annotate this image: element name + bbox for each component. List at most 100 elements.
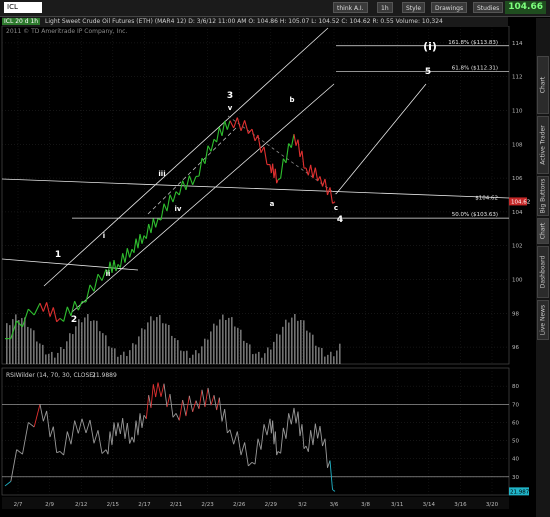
volume-bar [243, 340, 245, 364]
volume-bar [213, 323, 215, 364]
volume-bar [39, 343, 41, 364]
think-ai-button[interactable]: think A.I. [333, 2, 368, 13]
volume-bar [252, 354, 254, 364]
volume-bar [249, 344, 251, 364]
instrument-description: Light Sweet Crude Oil Futures (ETH) (MAR… [45, 18, 187, 25]
volume-bar [333, 356, 335, 364]
rail-tab-label: Chart [539, 76, 547, 94]
volume-bar [321, 347, 323, 364]
rail-tab-label: Dashboard [539, 255, 547, 289]
rail-tab-label: Big Buttons [539, 178, 547, 214]
studies-button[interactable]: Studies [473, 2, 504, 13]
style-button[interactable]: Style [402, 2, 426, 13]
volume-bar [78, 319, 80, 364]
chart-canvas[interactable]: 2011 © TD Ameritrade IP Company, Inc. 11… [0, 26, 536, 517]
wave-label: 5 [425, 67, 431, 77]
x-tick-label: 3/8 [361, 502, 370, 508]
x-tick-label: 2/17 [138, 502, 151, 508]
rail-tab-3[interactable]: Chart [537, 218, 549, 244]
rail-tab-0[interactable]: Chart [537, 56, 549, 114]
volume-bar [75, 326, 77, 364]
volume-bar [240, 329, 242, 364]
rail-tab-2[interactable]: Big Buttons [537, 176, 549, 216]
volume-bar [324, 356, 326, 364]
x-tick-label: 2/21 [170, 502, 182, 508]
volume-bar [9, 325, 11, 364]
wave-label: iii [158, 170, 165, 178]
y-tick-label: 96 [512, 345, 519, 351]
volume-bar [198, 353, 200, 364]
volume-bar [312, 334, 314, 364]
x-tick-label: 3/2 [298, 502, 307, 508]
symbol-input[interactable]: ICL [4, 2, 42, 13]
volume-bar [288, 322, 290, 364]
volume-bar [237, 327, 239, 364]
wave-label: 1 [55, 250, 61, 260]
rsi-y-tick-label: 60 [512, 420, 519, 426]
y-tick-label: 100 [512, 278, 523, 284]
volume-bar [183, 351, 185, 364]
volume-bar [180, 350, 182, 364]
drawings-button[interactable]: Drawings [431, 2, 468, 13]
volume-bar [339, 343, 341, 364]
rsi-y-tick-label: 50 [512, 439, 519, 445]
volume-bar [189, 357, 191, 364]
volume-bar [54, 357, 56, 364]
volume-bar [60, 347, 62, 364]
right-rail: Chart Active Trader Big Buttons Chart Da… [536, 18, 550, 517]
x-tick-label: 3/14 [423, 502, 436, 508]
timeframe-select[interactable]: 1h [377, 2, 393, 13]
y-tick-label: 114 [512, 41, 523, 47]
volume-bar [66, 341, 68, 364]
y-tick-label: 98 [512, 311, 519, 317]
wave-label: c [334, 204, 338, 212]
x-tick-label: 3/6 [330, 502, 339, 508]
fib-level-label: $104.62 [475, 195, 498, 201]
volume-bar [159, 314, 161, 364]
volume-bar [195, 350, 197, 364]
rsi-y-axis: 80 70 60 50 40 30 21.987 [509, 384, 530, 496]
volume-bar [231, 317, 233, 364]
volume-bar [204, 338, 206, 364]
bar-range: R: 0.55 [372, 18, 394, 25]
volume-bar [267, 347, 269, 364]
volume-bar [207, 339, 209, 364]
rsi-title: RSIWilder (14, 70, 30, CLOSE) [6, 372, 95, 379]
volume-bar [156, 317, 158, 364]
volume-bar [18, 320, 20, 364]
volume-bar [174, 338, 176, 364]
wave-label: (i) [423, 40, 437, 53]
volume-bar [255, 353, 257, 364]
rail-tab-1[interactable]: Active Trader [537, 116, 549, 174]
volume-bar [150, 316, 152, 364]
volume-bar [90, 321, 92, 364]
volume-bar [126, 356, 128, 364]
volume-bar [228, 317, 230, 364]
rsi-y-tick-label: 70 [512, 402, 519, 408]
bar-volume: Volume: 10,324 [395, 18, 443, 25]
volume-bar [270, 349, 272, 364]
volume-bar [81, 322, 83, 364]
volume-bar [246, 342, 248, 364]
rail-tab-4[interactable]: Dashboard [537, 246, 549, 298]
x-tick-label: 2/7 [14, 502, 23, 508]
volume-bar [72, 334, 74, 364]
rsi-y-tick-label: 40 [512, 457, 519, 463]
volume-bar [138, 336, 140, 364]
fib-level-label: 50.0% ($103.63) [452, 212, 498, 218]
bar-close: C: 104.62 [341, 18, 371, 25]
rail-tab-5[interactable]: Live News [537, 300, 549, 340]
wave-label: 2 [71, 315, 77, 325]
volume-bar [57, 352, 59, 364]
wave-label: v [228, 104, 233, 112]
volume-bar [234, 326, 236, 364]
copyright-text: 2011 © TD Ameritrade IP Company, Inc. [6, 28, 127, 35]
volume-bar [42, 344, 44, 364]
volume-bar [45, 354, 47, 364]
volume-bar [36, 341, 38, 364]
wave-label: iv [175, 205, 182, 213]
volume-bar [192, 354, 194, 364]
rsi-last-label: 21.987 [510, 489, 530, 495]
volume-bar [309, 332, 311, 364]
volume-bar [141, 328, 143, 364]
